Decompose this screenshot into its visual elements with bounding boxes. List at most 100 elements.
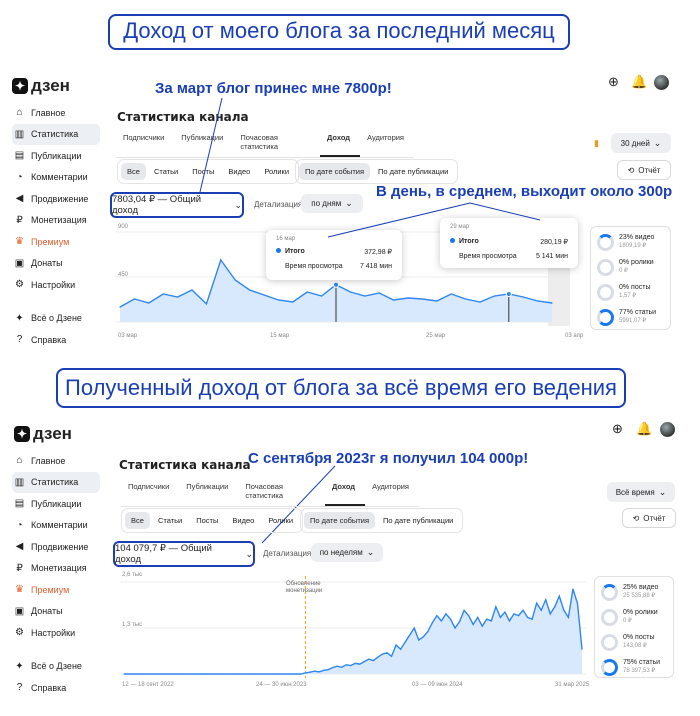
date-mode-filter: По дате события По дате публикации: [300, 508, 464, 533]
chart-annotation: Обновление монетизации: [286, 581, 323, 594]
sidebar-item-label: Настройки: [31, 627, 76, 638]
brand-logo[interactable]: ✦ дзен: [14, 424, 72, 444]
sidebar-item[interactable]: ⚙ Настройки: [12, 622, 100, 644]
data-point: [526, 616, 529, 618]
help-icon: ?: [16, 682, 23, 694]
sidebar-item[interactable]: ◀ Продвижение: [12, 536, 100, 558]
data-point: [581, 648, 583, 650]
tab[interactable]: Почасовая статистика: [238, 482, 325, 506]
tab-bar: Подписчики Публикации Почасовая статистика…: [121, 482, 419, 507]
avatar[interactable]: [660, 422, 675, 437]
tab[interactable]: Публикации: [179, 482, 238, 506]
data-point: [286, 673, 288, 675]
x-tick: 31 мар 2025: [555, 682, 590, 688]
total-income-select[interactable]: 104 079,7 ₽ — Общий доход ⌄: [113, 541, 255, 567]
data-point: [481, 625, 483, 627]
report-icon: ⟲: [632, 513, 640, 523]
data-point: [146, 673, 148, 675]
legend-item: 25% видео 25 535,88 ₽: [601, 584, 658, 601]
filter-chip[interactable]: Ролики: [262, 512, 299, 529]
data-point: [463, 609, 465, 611]
data-point: [132, 673, 134, 675]
filter-chip[interactable]: Все: [125, 512, 150, 529]
data-point: [359, 663, 361, 665]
tab[interactable]: Аудитория: [365, 482, 419, 506]
sidebar-footer-item[interactable]: ✦ Всё о Дзене: [12, 656, 100, 678]
add-icon[interactable]: ⊕: [612, 421, 623, 437]
period-select[interactable]: Всё время ⌄: [607, 482, 675, 502]
legend-share: 0% посты: [623, 634, 655, 641]
sidebar-item[interactable]: ◔ Комментарии: [12, 515, 100, 537]
filter-chip[interactable]: Посты: [190, 512, 224, 529]
donut-ring: [601, 584, 618, 601]
income-breakdown: 25% видео 25 535,88 ₽ 0% ролики 0 ₽ 0% посты…: [594, 576, 674, 678]
legend-amount: 25 535,88 ₽: [623, 593, 656, 599]
data-point: [345, 664, 347, 666]
legend-text: 75% статьи 78 397,53 ₽: [623, 659, 660, 675]
y-tick: 1,3 тыс: [122, 622, 143, 628]
sidebar-item-label: Донаты: [31, 606, 63, 617]
data-point: [427, 630, 429, 633]
data-point: [209, 673, 211, 675]
sidebar-item[interactable]: ⌂ Главное: [12, 450, 100, 472]
data-point: [291, 673, 293, 675]
megaphone-icon: ◀: [15, 541, 24, 553]
data-point: [304, 672, 306, 674]
filter-chip[interactable]: По дате события: [304, 512, 376, 529]
filter-chip[interactable]: Статьи: [152, 512, 188, 529]
filter-chip[interactable]: Видео: [226, 512, 260, 529]
content-type-filter: Все Статьи Посты Видео Ролики: [121, 508, 304, 533]
data-point: [322, 669, 325, 672]
filter-chip[interactable]: По дате публикации: [377, 512, 459, 529]
dzen-logo-icon: ✦: [14, 426, 30, 442]
data-point: [567, 616, 569, 618]
pages-icon: ▤: [14, 498, 25, 510]
x-tick: 24 — 30 июн 2023: [256, 682, 307, 688]
data-point: [454, 627, 456, 629]
data-point: [341, 666, 343, 668]
data-point: [413, 627, 415, 629]
data-point: [372, 659, 375, 662]
data-point: [554, 606, 556, 608]
sidebar-item[interactable]: ▥ Статистика: [12, 471, 100, 493]
data-point: [200, 673, 202, 675]
gear-icon: ⚙: [15, 627, 24, 639]
bell-icon[interactable]: 🔔: [636, 421, 652, 437]
sidebar-item[interactable]: ₽ Монетизация: [12, 558, 100, 580]
data-point: [232, 673, 234, 675]
tab[interactable]: Подписчики: [121, 482, 179, 506]
chevron-down-icon: ⌄: [658, 486, 667, 497]
sidebar-item-label: Главное: [31, 455, 66, 466]
home-icon: ⌂: [16, 455, 23, 467]
data-point: [205, 673, 207, 675]
sidebar-item[interactable]: ♛ Премиум: [12, 579, 100, 601]
data-point: [381, 653, 384, 655]
data-point: [531, 618, 533, 620]
sidebar-item-label: Монетизация: [31, 563, 87, 574]
legend-item: 0% ролики 0 ₽: [601, 609, 658, 626]
sidebar-divider: [12, 644, 100, 656]
sidebar-footer-item[interactable]: ? Справка: [12, 677, 100, 699]
data-point: [177, 673, 180, 675]
data-point: [227, 673, 229, 675]
sidebar-item[interactable]: ▤ Публикации: [12, 493, 100, 515]
data-point: [508, 620, 511, 622]
sidebar-item[interactable]: ▣ Донаты: [12, 601, 100, 623]
data-point: [123, 673, 125, 675]
tab[interactable]: Доход: [325, 482, 366, 506]
middle-banner: Полученный доход от блога за всё время е…: [56, 368, 626, 408]
data-point: [268, 673, 270, 675]
detail-select[interactable]: по неделям ⌄: [311, 543, 383, 562]
data-point: [354, 662, 356, 664]
legend-item: 0% посты 143,08 ₽: [601, 634, 654, 651]
data-point: [331, 667, 334, 669]
data-point: [545, 599, 547, 601]
data-point: [218, 673, 220, 675]
report-button[interactable]: ⟲ Отчёт: [622, 508, 676, 528]
data-point: [277, 673, 279, 675]
data-point: [195, 673, 198, 675]
donut-ring: [601, 634, 618, 651]
legend-text: 25% видео 25 535,88 ₽: [623, 584, 658, 600]
data-point: [155, 673, 157, 675]
data-point: [164, 673, 166, 675]
